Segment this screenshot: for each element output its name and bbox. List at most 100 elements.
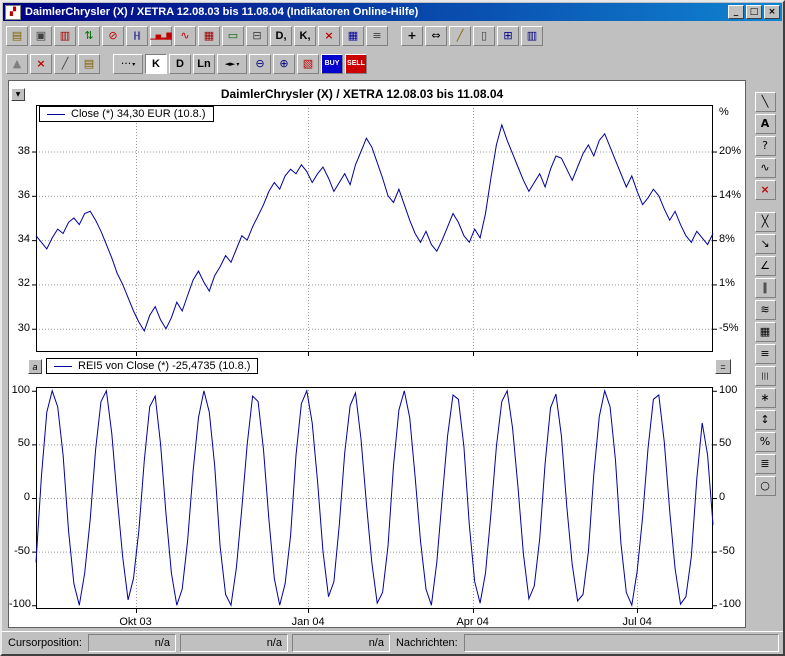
kurs-toggle-button[interactable]: K xyxy=(145,54,167,74)
up-down-arrow-icon: ↕ xyxy=(760,414,769,426)
indicator-axis-label: -50 xyxy=(9,545,30,558)
print-button[interactable]: ⊟ xyxy=(246,26,268,46)
draw-button[interactable]: ╱ xyxy=(449,26,471,46)
minimize-button[interactable]: _ xyxy=(728,5,744,19)
indicator-scale-button[interactable]: = xyxy=(715,359,731,374)
indicator-line-sample xyxy=(54,366,72,367)
weekly-chart-button[interactable]: K, xyxy=(294,26,316,46)
histogram-button[interactable]: ▁▅▂▇ xyxy=(150,26,172,46)
indicator-legend[interactable]: REI5 von Close (*) -25,4735 (10.8.) xyxy=(46,358,258,374)
title-bar[interactable]: ▞ DaimlerChrysler (X) / XETRA 12.08.03 b… xyxy=(3,3,782,21)
angle-tool[interactable]: ∠ xyxy=(755,256,776,276)
edit-button[interactable]: ╱ xyxy=(54,54,76,74)
daily-chart-button[interactable]: D, xyxy=(270,26,292,46)
x-axis-label: Jan 04 xyxy=(286,616,330,629)
log-scale-button[interactable]: Ln xyxy=(193,54,215,74)
line-style-button[interactable]: ···▾ xyxy=(113,54,143,74)
dotted-line-icon: ··· xyxy=(121,58,132,70)
remove-indicator-button[interactable]: × xyxy=(318,26,340,46)
open-chart-button[interactable]: ▤ xyxy=(6,26,28,46)
grid-button[interactable]: ▦ xyxy=(342,26,364,46)
multi-pane-button[interactable]: ▥ xyxy=(521,26,543,46)
indicator-auto-button[interactable]: a xyxy=(28,359,42,374)
fan-tool[interactable]: ≋ xyxy=(755,300,776,320)
star-lines-icon: ∗ xyxy=(760,392,769,404)
close-button[interactable]: × xyxy=(764,5,780,19)
pane-collapse-button[interactable]: ▼ xyxy=(11,88,25,101)
news-label: Nachrichten: xyxy=(394,637,460,649)
copy-icon: ▣ xyxy=(36,30,46,42)
page-setup-button[interactable]: ▯ xyxy=(473,26,495,46)
main-toolbar: ▤▣▥⇅⊘╟╢▁▅▂▇∿▦▭⊟D,K,×▦≡+⇔╱▯⊞▥ xyxy=(2,21,783,50)
zoom-range-button[interactable]: ▧ xyxy=(297,54,319,74)
percent-tool[interactable]: % xyxy=(755,432,776,452)
log-scale-button-label: Ln xyxy=(197,58,210,70)
indicator-axis-label: -100 xyxy=(9,598,30,611)
percent-axis-label: 8% xyxy=(719,233,749,246)
up-down-arrows-icon: ⇅ xyxy=(84,30,93,42)
buy-button[interactable]: BUY xyxy=(321,54,343,74)
clipboard-button[interactable]: ▤ xyxy=(78,54,100,74)
scroll-button[interactable]: ◄►▾ xyxy=(217,54,247,74)
move-button[interactable]: ⇔ xyxy=(425,26,447,46)
note-tool[interactable]: ? xyxy=(755,136,776,156)
sell-button[interactable]: SELL xyxy=(345,54,367,74)
wave-tool[interactable]: ∿ xyxy=(755,158,776,178)
wave-icon: ∿ xyxy=(760,162,769,174)
circle-icon: ○ xyxy=(760,480,770,492)
ellipse-tool[interactable]: ○ xyxy=(755,476,776,496)
percent-axis-label: 1% xyxy=(719,277,749,290)
indicator-chart[interactable] xyxy=(36,387,713,609)
line-chart-icon: ∿ xyxy=(180,30,189,42)
crossed-lines-tool[interactable]: ╳ xyxy=(755,212,776,232)
arrow-tool[interactable]: ↘ xyxy=(755,234,776,254)
hlines-tool[interactable]: ≡ xyxy=(755,344,776,364)
crosshair-icon: + xyxy=(407,30,416,42)
candlestick-button[interactable]: ╟╢ xyxy=(126,26,148,46)
maximize-button[interactable]: □ xyxy=(746,5,762,19)
vlines-tool[interactable]: ||| xyxy=(755,366,776,386)
cursor-field-1: n/a xyxy=(88,634,176,652)
crossed-lines-icon: ╳ xyxy=(762,216,769,228)
price-chart[interactable] xyxy=(36,105,713,352)
red-x-icon: × xyxy=(760,184,769,196)
text-tool[interactable]: A xyxy=(755,114,776,134)
save-button[interactable]: ▭ xyxy=(222,26,244,46)
move-arrows-icon: ⇔ xyxy=(431,30,440,42)
copy-chart-button[interactable]: ▣ xyxy=(30,26,52,46)
arrow-icon: ↘ xyxy=(760,238,769,250)
quote-board-icon: ▥ xyxy=(60,30,70,42)
price-axis-label: 36 xyxy=(9,189,30,202)
line-chart-button[interactable]: ∿ xyxy=(174,26,196,46)
price-legend[interactable]: Close (*) 34,30 EUR (10.8.) xyxy=(39,106,214,122)
crosshair-button[interactable]: + xyxy=(401,26,423,46)
percent-button[interactable]: ⊘ xyxy=(102,26,124,46)
percent-axis-label: 20% xyxy=(719,145,749,158)
indicator-axis-label: 50 xyxy=(9,437,30,450)
quote-table-button[interactable]: ▦ xyxy=(198,26,220,46)
histogram-icon: ▁▅▂▇ xyxy=(150,30,172,42)
candlestick-icon: ╟╢ xyxy=(133,30,141,42)
split-view-button[interactable]: ⊞ xyxy=(497,26,519,46)
updown-tool[interactable]: ↕ xyxy=(755,410,776,430)
notes-button[interactable]: ≡ xyxy=(366,26,388,46)
percent-axis-label: 14% xyxy=(719,189,749,202)
portfolio-button[interactable]: ⇅ xyxy=(78,26,100,46)
channel-tool[interactable]: ∥ xyxy=(755,278,776,298)
zoom-out-icon: ⊖ xyxy=(255,58,264,70)
notes-icon: ≡ xyxy=(372,30,381,42)
star-tool[interactable]: ∗ xyxy=(755,388,776,408)
delete-drawing-tool[interactable]: × xyxy=(755,180,776,200)
fibonacci-tool[interactable]: ≣ xyxy=(755,454,776,474)
area-chart-button[interactable]: ▲ xyxy=(6,54,28,74)
trendline-tool[interactable]: ╲ xyxy=(755,92,776,112)
grid-tool[interactable]: ▦ xyxy=(755,322,776,342)
depot-toggle-button[interactable]: D xyxy=(169,54,191,74)
zoom-in-button[interactable]: ⊕ xyxy=(273,54,295,74)
indicator-legend-text: REI5 von Close (*) -25,4735 (10.8.) xyxy=(78,360,250,372)
grid-icon: ▦ xyxy=(348,30,358,42)
zoom-out-button[interactable]: ⊖ xyxy=(249,54,271,74)
letter-k-icon: K, xyxy=(300,30,311,42)
cut-button[interactable]: × xyxy=(30,54,52,74)
quote-board-button[interactable]: ▥ xyxy=(54,26,76,46)
